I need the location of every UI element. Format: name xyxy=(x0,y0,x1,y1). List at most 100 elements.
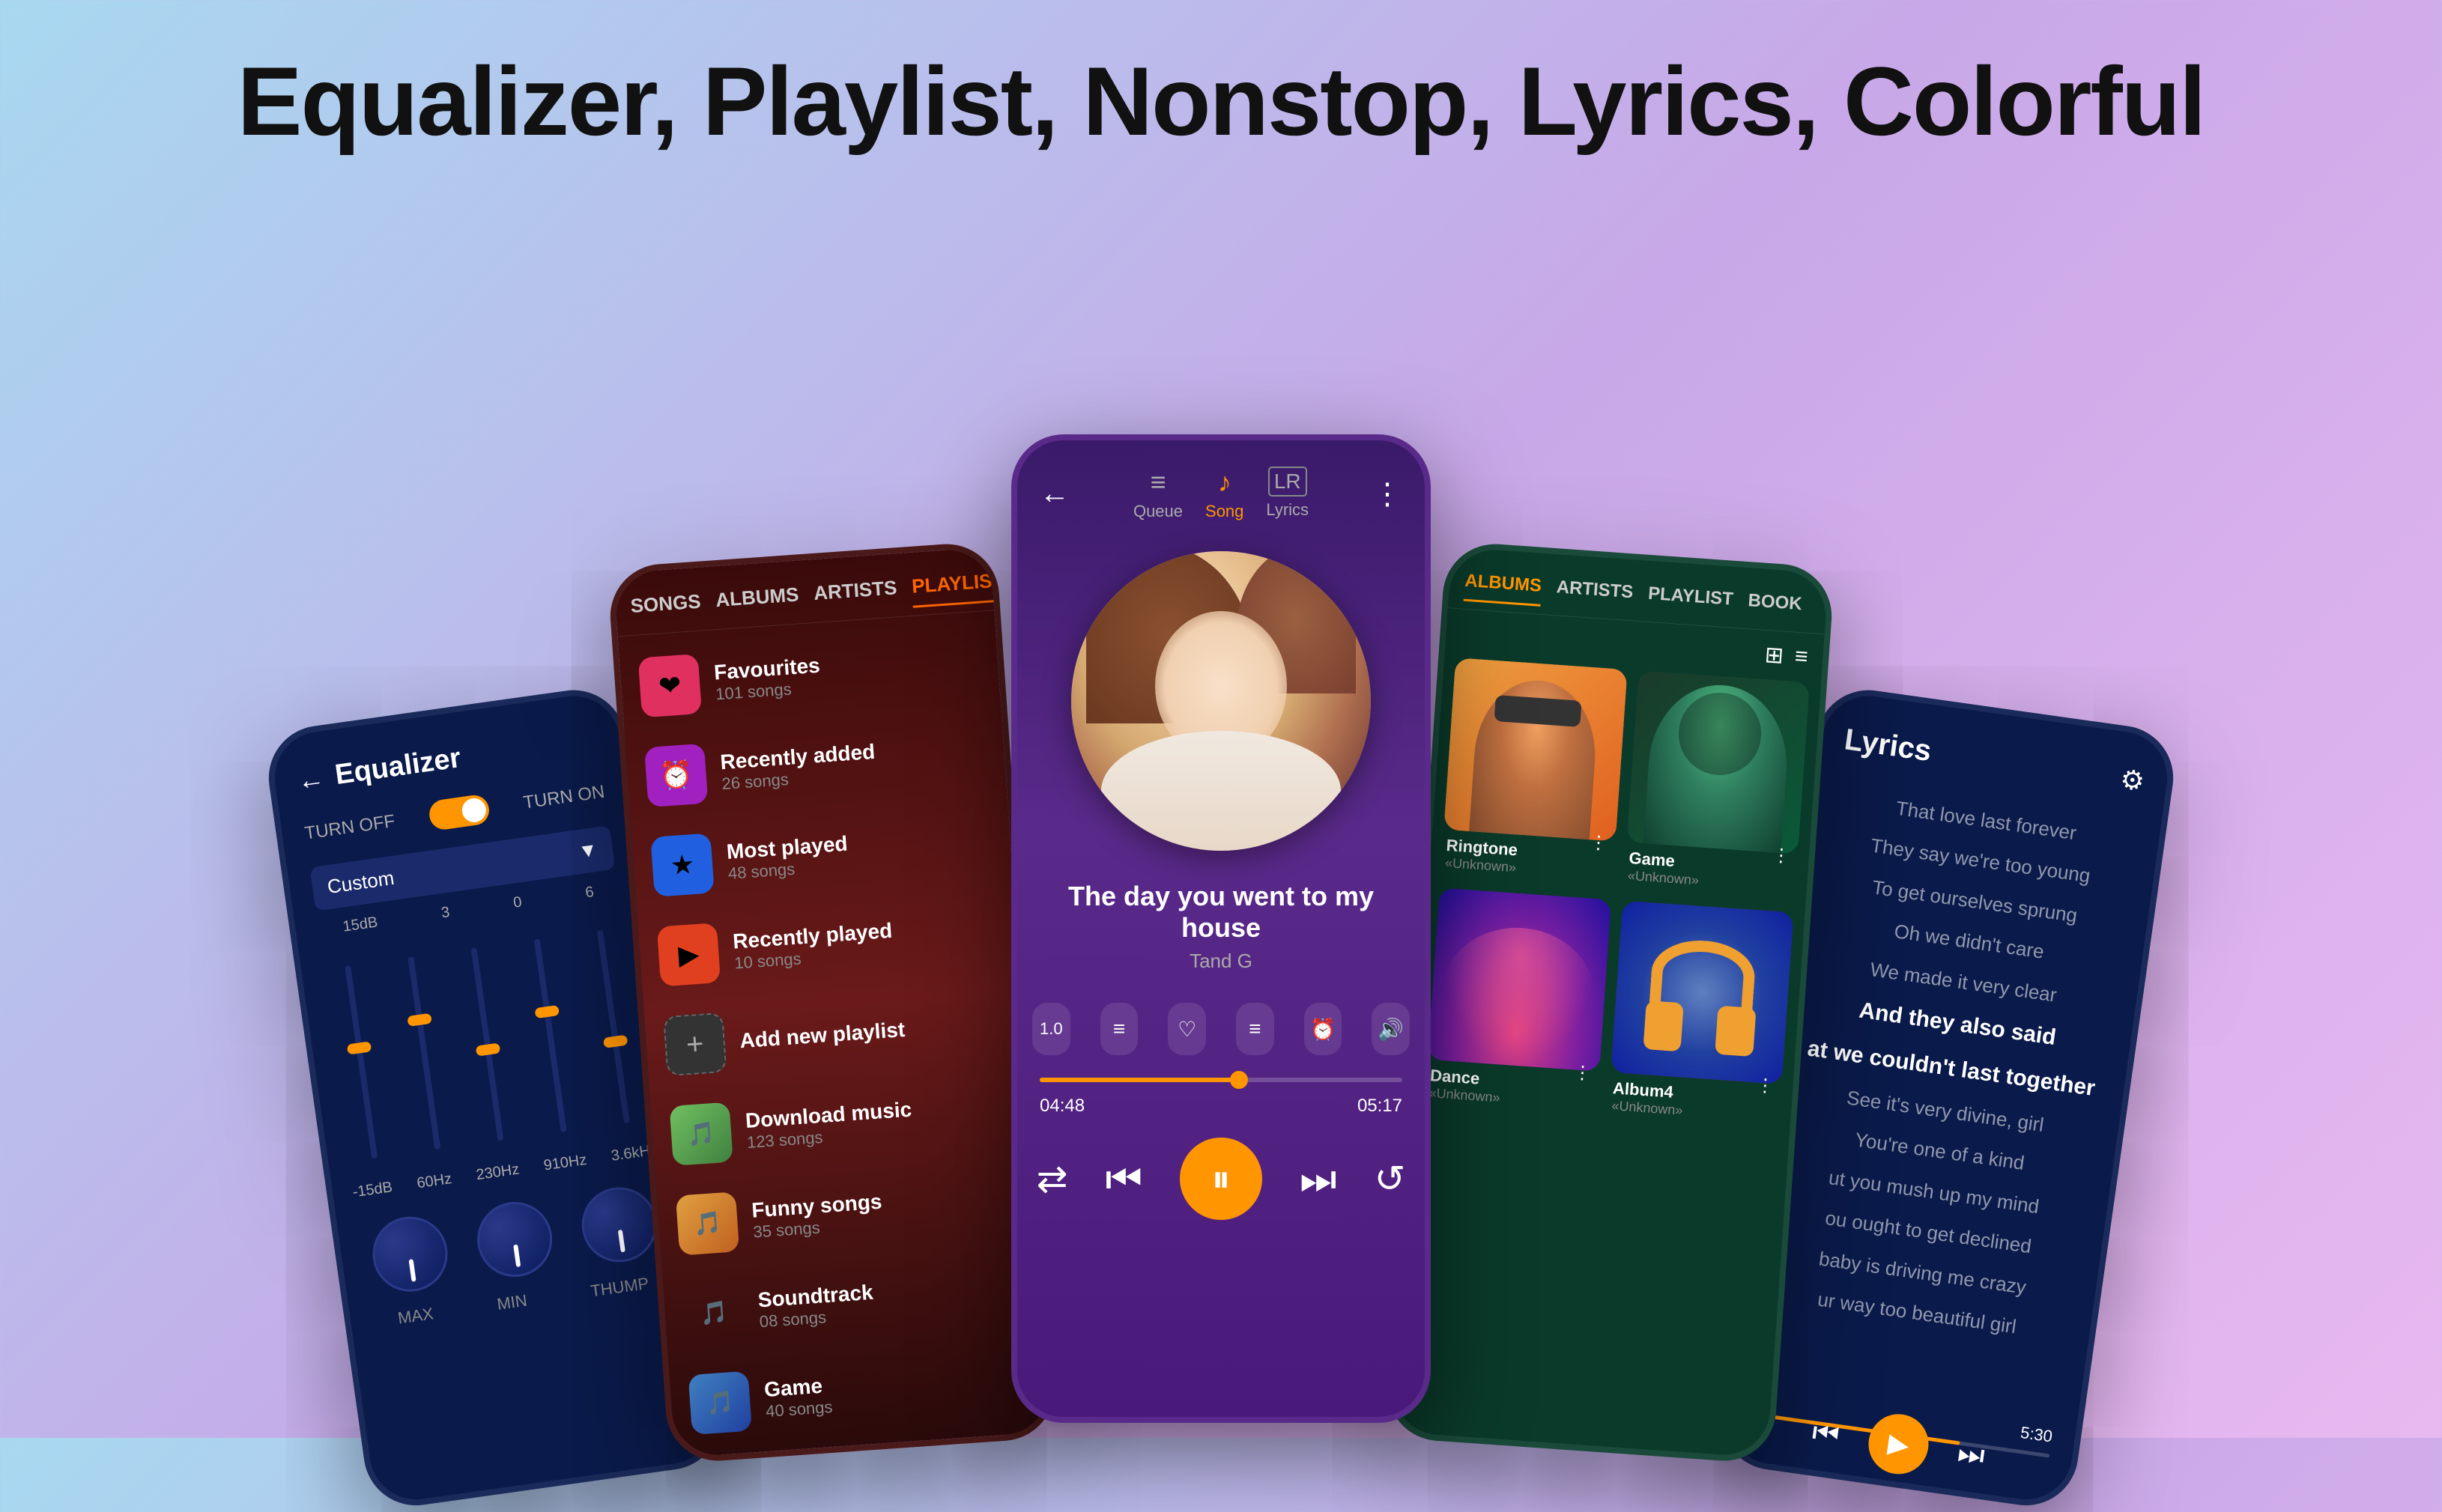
add-queue-button[interactable]: ≡ xyxy=(1236,1003,1274,1055)
pl-tab-albums[interactable]: ALBUMS xyxy=(715,583,800,622)
album-thumb-ringtone xyxy=(1443,658,1627,841)
player-tab-lyrics-label: Lyrics xyxy=(1266,500,1309,520)
player-back-button[interactable]: ← xyxy=(1040,477,1070,511)
eq-slider-2[interactable] xyxy=(407,956,440,1150)
heart-button[interactable]: ♡ xyxy=(1168,1003,1206,1055)
eq-turn-on-label: TURN ON xyxy=(522,782,606,814)
album-more-4[interactable]: ⋮ xyxy=(1755,1075,1775,1098)
pl-icon-download-music: 🎵 xyxy=(669,1102,733,1166)
heart-icon: ♡ xyxy=(1178,1017,1196,1042)
pl-icon-most-played: ★ xyxy=(650,833,714,896)
player-more-button[interactable]: ⋮ xyxy=(1372,477,1402,511)
play-pause-button[interactable]: ⏸ xyxy=(1180,1138,1262,1220)
alarm-icon: ⏰ xyxy=(1310,1017,1336,1042)
alb-tab-albums[interactable]: ALBUMS xyxy=(1464,571,1542,607)
queue-icon: ≡ xyxy=(1150,467,1166,498)
song-title: The day you went to my house xyxy=(1032,881,1410,944)
player-tab-queue[interactable]: ≡ Queue xyxy=(1133,467,1183,521)
lyr-play-icon: ▶ xyxy=(1886,1427,1911,1461)
album-art xyxy=(1071,551,1371,851)
eq-toggle-switch[interactable] xyxy=(428,793,491,831)
eq-knob-3[interactable] xyxy=(578,1182,662,1267)
alb-tab-playlist[interactable]: PLAYLIST xyxy=(1646,583,1733,620)
pl-icon-game: 🎵 xyxy=(688,1371,752,1435)
pl-tab-playlist[interactable]: PLAYLIST xyxy=(911,568,1005,607)
next-button[interactable]: ⏭ xyxy=(1300,1155,1337,1203)
eq-db-label-2: 3 xyxy=(440,904,451,922)
eq-ctrl-icon: ≡ xyxy=(1113,1017,1125,1041)
eq-max-label: MAX xyxy=(396,1304,434,1328)
player-nav-tabs: ≡ Queue ♪ Song LR Lyrics xyxy=(1133,467,1309,521)
eq-slider-4[interactable] xyxy=(533,938,566,1132)
album-item-ringtone[interactable]: Ringtone «Unknown» ⋮ xyxy=(1440,658,1627,888)
player-tab-song-label: Song xyxy=(1205,502,1243,521)
eq-slider-5[interactable] xyxy=(596,930,629,1124)
page-title: Equalizer, Playlist, Nonstop, Lyrics, Co… xyxy=(0,0,2442,157)
pl-icon-funny-songs: 🎵 xyxy=(676,1191,739,1255)
album-item-game[interactable]: Game «Unknown» ⋮ xyxy=(1623,670,1810,901)
eq-title: Equalizer xyxy=(333,742,463,792)
pl-icon-recently-added: ⏰ xyxy=(644,744,708,807)
speed-button[interactable]: 1.0 xyxy=(1032,1003,1070,1055)
album-more-dance[interactable]: ⋮ xyxy=(1573,1061,1593,1084)
lyrics-settings-icon[interactable]: ⚙ xyxy=(2118,763,2147,798)
eq-back-icon[interactable]: ← xyxy=(295,762,326,797)
pl-icon-add-playlist: + xyxy=(663,1012,727,1076)
lyr-play-button[interactable]: ▶ xyxy=(1864,1410,1932,1478)
eq-knob-2[interactable] xyxy=(473,1197,557,1282)
volume-button[interactable]: 🔊 xyxy=(1372,1003,1410,1055)
album-thumb-dance xyxy=(1428,887,1611,1071)
prev-button[interactable]: ⏮ xyxy=(1105,1155,1142,1203)
eq-freq-label-2: 60Hz xyxy=(416,1171,452,1192)
grid-view-button[interactable]: ⊞ xyxy=(1764,642,1785,670)
albums-grid: Ringtone «Unknown» ⋮ Game «Unknown» ⋮ xyxy=(1413,657,1821,1132)
album-thumb-4 xyxy=(1611,900,1794,1084)
pause-icon: ⏸ xyxy=(1212,1157,1231,1201)
pl-tab-artists[interactable]: ARTISTS xyxy=(813,576,898,615)
add-queue-icon: ≡ xyxy=(1249,1017,1261,1041)
eq-db-label-4: 6 xyxy=(584,884,595,902)
lyrics-title: Lyrics xyxy=(1843,723,1934,768)
album-item-dance[interactable]: Dance «Unknown» ⋮ xyxy=(1424,887,1611,1118)
eq-button[interactable]: ≡ xyxy=(1100,1003,1139,1055)
progress-bar[interactable] xyxy=(1040,1078,1402,1082)
phone-albums: ALBUMS ARTISTS PLAYLIST BOOK ⊞ ≡ Rington… xyxy=(1384,541,1834,1464)
pl-icon-summer-holiday: 🎵 xyxy=(694,1460,758,1464)
eq-db-label-1: 15dB xyxy=(342,914,378,935)
album-more-ringtone[interactable]: ⋮ xyxy=(1589,831,1608,854)
eq-min-label: MIN xyxy=(496,1291,529,1314)
song-icon: ♪ xyxy=(1218,467,1231,498)
eq-knob-1[interactable] xyxy=(368,1212,452,1296)
pl-icon-soundtrack: 🎵 xyxy=(682,1281,745,1345)
album-art-container xyxy=(1017,536,1425,866)
progress-fill xyxy=(1040,1078,1239,1082)
phone-playlist: SONGS ALBUMS ARTISTS PLAYLIST ❤ Favourit… xyxy=(607,541,1058,1464)
progress-thumb[interactable] xyxy=(1230,1071,1248,1089)
album-more-game[interactable]: ⋮ xyxy=(1772,844,1791,867)
eq-slider-3[interactable] xyxy=(470,947,503,1141)
alb-tab-book[interactable]: BOOK xyxy=(1747,590,1803,625)
eq-db-label-3: 0 xyxy=(512,893,523,911)
shuffle-button[interactable]: ⇄ xyxy=(1037,1157,1068,1200)
lyrics-icon: LR xyxy=(1268,467,1307,497)
repeat-button[interactable]: ↺ xyxy=(1375,1157,1406,1200)
pl-name-summer-holiday: Summer holiday xyxy=(769,1449,1035,1464)
album-thumb-game xyxy=(1626,670,1810,854)
phones-container: ← Equalizer TURN OFF TURN ON Custom ▼ 15… xyxy=(0,195,2442,1438)
player-tab-song[interactable]: ♪ Song xyxy=(1205,467,1243,521)
pl-name-add-playlist: Add new playlist xyxy=(739,1011,1005,1054)
list-view-button[interactable]: ≡ xyxy=(1794,644,1809,671)
album-item-4[interactable]: Album4 «Unknown» ⋮ xyxy=(1607,900,1793,1131)
lyr-prev-button[interactable]: ⏮ xyxy=(1810,1415,1841,1453)
pl-tab-songs[interactable]: SONGS xyxy=(630,590,703,628)
time-total: 05:17 xyxy=(1357,1096,1402,1117)
song-artist: Tand G xyxy=(1032,950,1410,973)
volume-icon: 🔊 xyxy=(1378,1017,1404,1042)
phone-player: ← ≡ Queue ♪ Song LR Lyrics ⋮ xyxy=(1011,434,1431,1423)
lyr-next-button[interactable]: ⏭ xyxy=(1956,1436,1987,1473)
eq-slider-1[interactable] xyxy=(345,965,378,1159)
alb-tab-artists[interactable]: ARTISTS xyxy=(1555,577,1634,613)
alarm-button[interactable]: ⏰ xyxy=(1304,1003,1342,1055)
pl-icon-favourites: ❤ xyxy=(638,654,702,717)
player-tab-lyrics[interactable]: LR Lyrics xyxy=(1266,467,1309,521)
